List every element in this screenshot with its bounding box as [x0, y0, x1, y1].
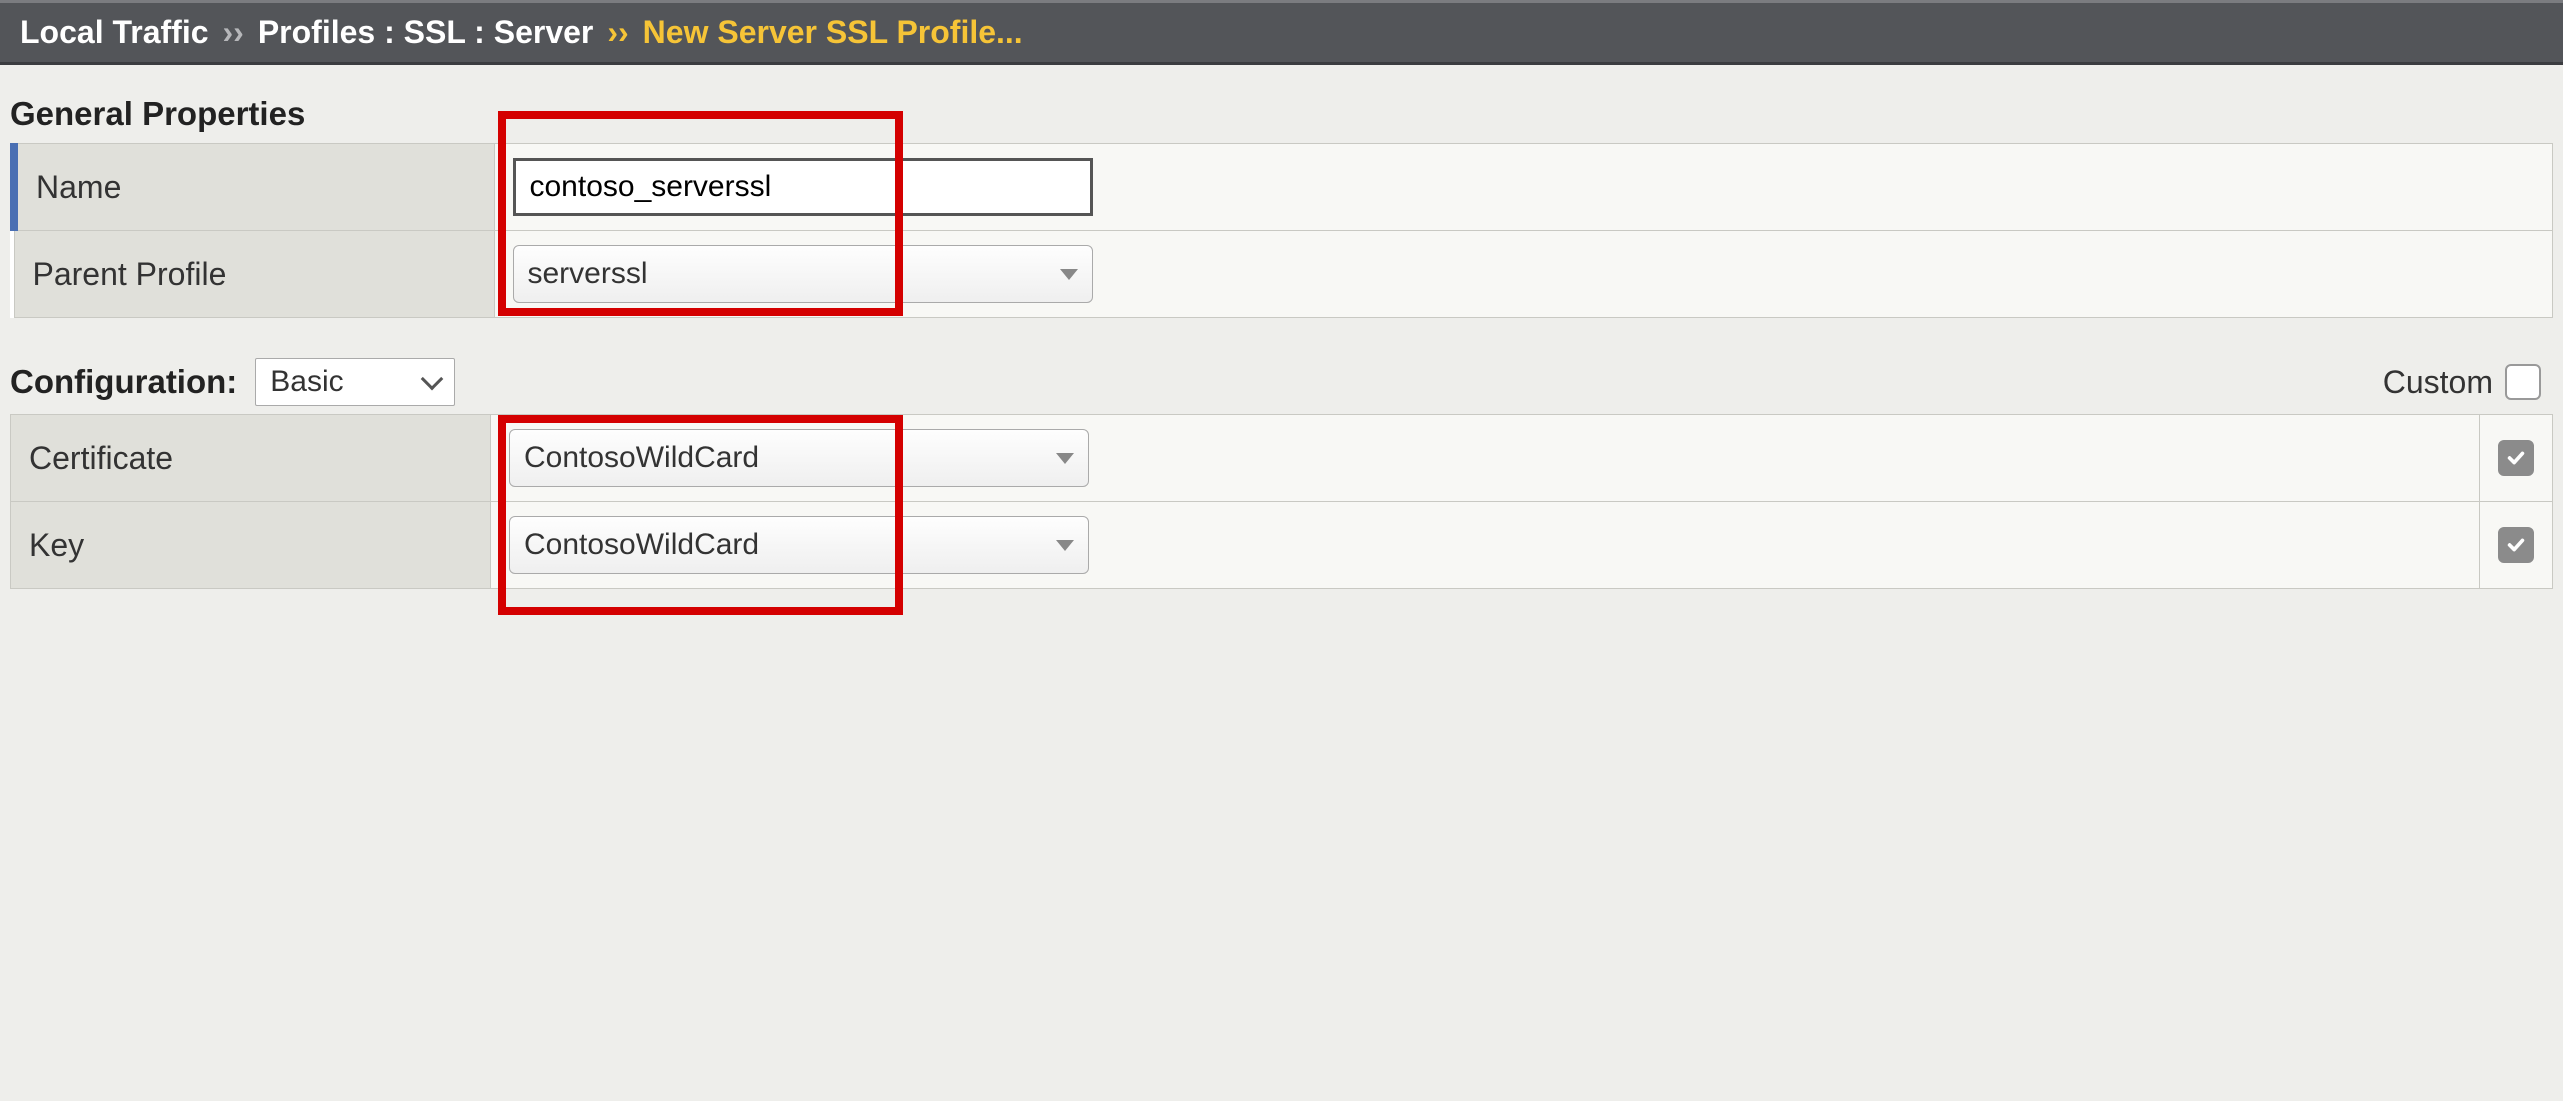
- custom-column-label: Custom: [2383, 364, 2493, 401]
- configuration-heading: Configuration:: [10, 363, 237, 401]
- key-value: ContosoWildCard: [524, 528, 759, 562]
- name-label: Name: [14, 144, 494, 231]
- breadcrumb-current: New Server SSL Profile...: [643, 14, 1023, 51]
- parent-profile-value: serverssl: [528, 257, 648, 291]
- breadcrumb-local-traffic[interactable]: Local Traffic: [20, 14, 209, 51]
- parent-profile-label: Parent Profile: [14, 231, 494, 318]
- general-properties-heading: General Properties: [10, 95, 2553, 133]
- configuration-mode-value: Basic: [270, 365, 343, 399]
- configuration-mode-select[interactable]: Basic: [255, 358, 455, 406]
- key-custom-checkbox[interactable]: [2498, 527, 2534, 563]
- key-label: Key: [11, 502, 491, 589]
- certificate-select[interactable]: ContosoWildCard: [509, 429, 1089, 487]
- certificate-label: Certificate: [11, 415, 491, 502]
- general-properties-table: Name Parent Profile serverssl: [10, 143, 2553, 318]
- configuration-table: Certificate ContosoWildCard Key ContosoW…: [10, 414, 2553, 589]
- breadcrumb-separator-icon: ››: [607, 14, 628, 51]
- configuration-section-header: Configuration: Basic Custom: [10, 358, 2553, 406]
- breadcrumb: Local Traffic ›› Profiles : SSL : Server…: [0, 0, 2563, 65]
- chevron-down-icon: [1060, 269, 1078, 280]
- certificate-value: ContosoWildCard: [524, 441, 759, 475]
- breadcrumb-separator-icon: ››: [223, 14, 244, 51]
- parent-profile-select[interactable]: serverssl: [513, 245, 1093, 303]
- content-area: General Properties Name Parent Profile s…: [0, 65, 2563, 599]
- chevron-down-icon: [1056, 453, 1074, 464]
- chevron-down-icon: [421, 368, 444, 391]
- chevron-down-icon: [1056, 540, 1074, 551]
- name-input[interactable]: [513, 158, 1093, 216]
- custom-all-checkbox[interactable]: [2505, 364, 2541, 400]
- key-select[interactable]: ContosoWildCard: [509, 516, 1089, 574]
- certificate-custom-checkbox[interactable]: [2498, 440, 2534, 476]
- breadcrumb-profiles-ssl-server[interactable]: Profiles : SSL : Server: [258, 14, 594, 51]
